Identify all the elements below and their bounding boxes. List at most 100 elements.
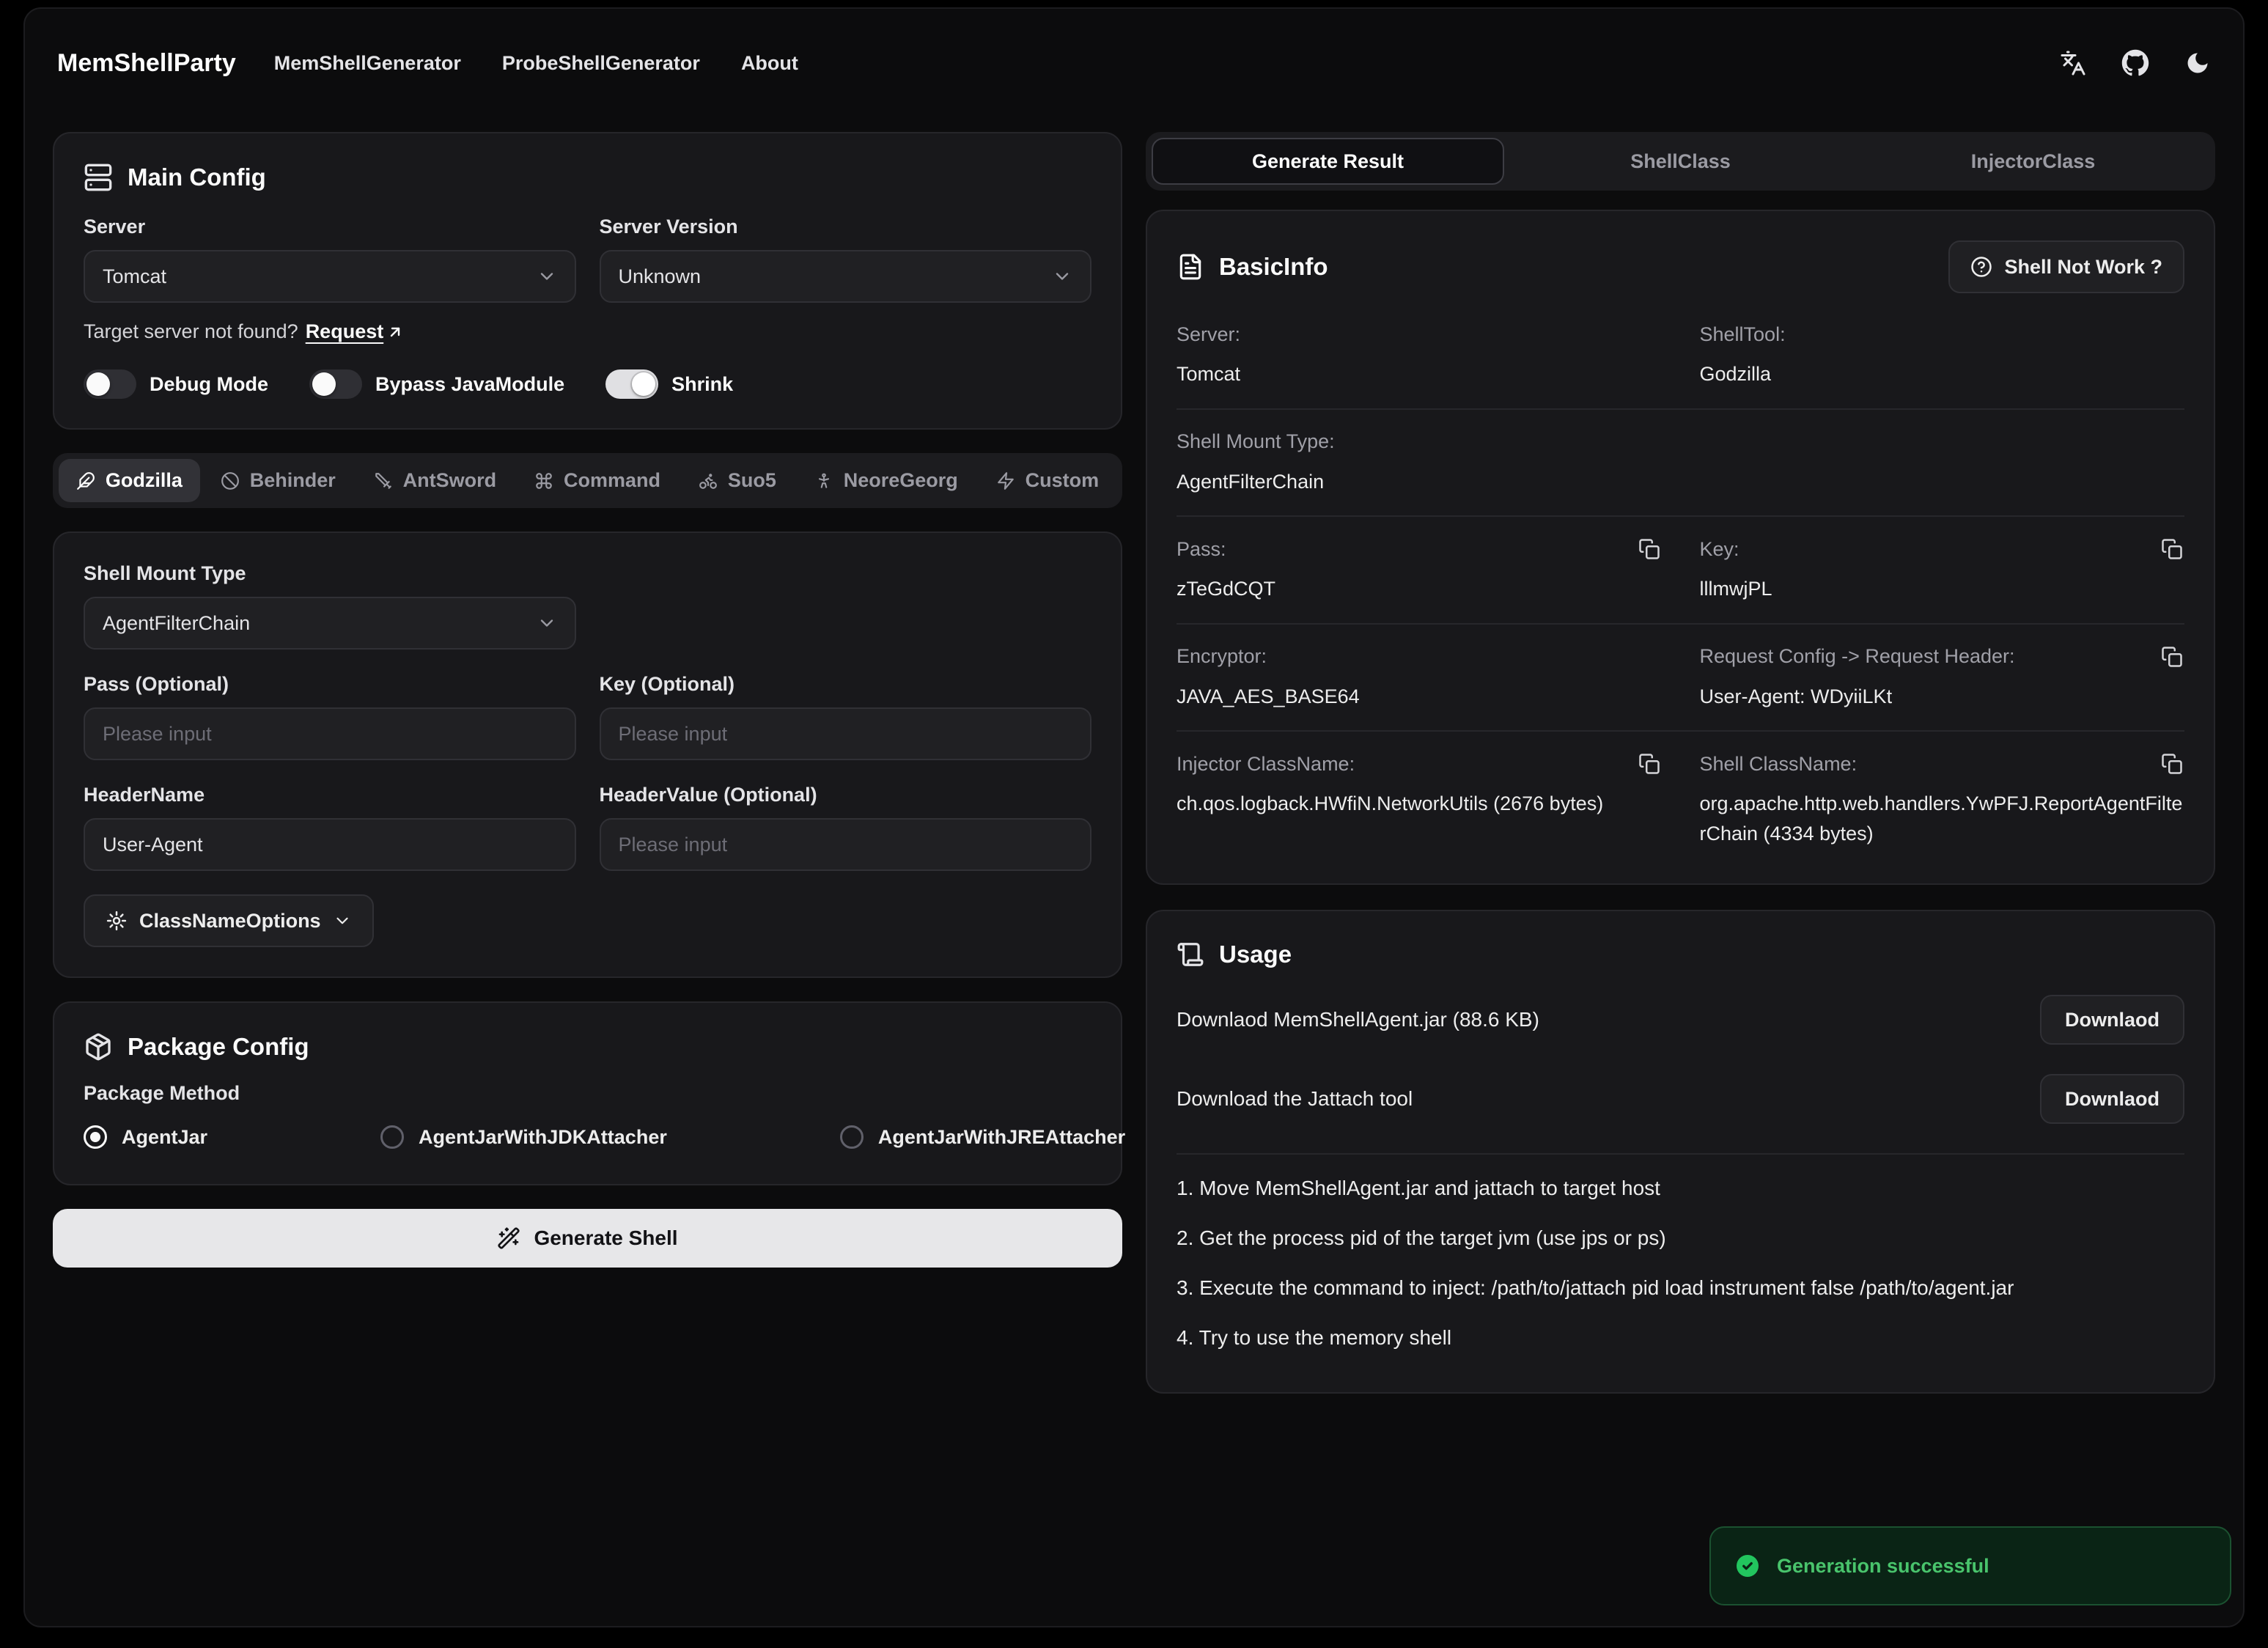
usage-card: Usage Downlaod MemShellAgent.jar (88.6 K… xyxy=(1146,910,2215,1394)
shelltool-info-label: ShellTool: xyxy=(1700,323,1786,346)
radio-agentjar[interactable]: AgentJar xyxy=(84,1125,207,1149)
usage-step-1: 1. Move MemShellAgent.jar and jattach to… xyxy=(1177,1163,2184,1213)
navbar-actions xyxy=(2060,49,2211,77)
check-circle-icon xyxy=(1734,1553,1761,1579)
copy-pass-icon[interactable] xyxy=(1637,537,1662,562)
key-info-label: Key: xyxy=(1700,538,1739,561)
header-name-input[interactable] xyxy=(84,818,576,871)
mount-type-select[interactable]: AgentFilterChain xyxy=(84,597,576,650)
request-link[interactable]: Request xyxy=(306,320,405,343)
server-select-value: Tomcat xyxy=(103,265,166,288)
generate-shell-button[interactable]: Generate Shell xyxy=(53,1209,1122,1268)
bike-icon xyxy=(699,471,718,490)
copy-shell-classname-icon[interactable] xyxy=(2160,751,2184,776)
shell-classname-label: Shell ClassName: xyxy=(1700,753,1858,776)
debug-mode-label: Debug Mode xyxy=(150,373,268,396)
basic-info-card: BasicInfo Shell Not Work ? Server: Tomca… xyxy=(1146,210,2215,885)
tab-antsword[interactable]: AntSword xyxy=(356,459,514,502)
radio-agentjar-jdk-attacher[interactable]: AgentJarWithJDKAttacher xyxy=(380,1125,667,1149)
main-config-card: Main Config Server Tomcat Server Version… xyxy=(53,132,1122,430)
nav-item-memshellgenerator[interactable]: MemShellGenerator xyxy=(274,52,461,75)
classname-options-button[interactable]: ClassNameOptions xyxy=(84,894,374,947)
chevron-down-icon xyxy=(333,911,352,930)
server-select[interactable]: Tomcat xyxy=(84,250,576,303)
server-info-label: Server: xyxy=(1177,323,1240,346)
app-window: MemShellParty MemShellGenerator ProbeShe… xyxy=(23,7,2245,1627)
shrink-toggle[interactable] xyxy=(605,369,658,399)
tab-neoregeorg[interactable]: NeoreGeorg xyxy=(797,459,976,502)
theme-moon-icon[interactable] xyxy=(2184,50,2211,76)
tab-command[interactable]: Command xyxy=(517,459,678,502)
header-value-label: HeaderValue (Optional) xyxy=(600,784,1092,806)
tab-behinder[interactable]: Behinder xyxy=(203,459,353,502)
mount-type-label: Shell Mount Type xyxy=(84,562,1091,585)
mount-info-label: Shell Mount Type: xyxy=(1177,430,1335,453)
pass-info-value: zTeGdCQT xyxy=(1177,574,1662,604)
tab-custom[interactable]: Custom xyxy=(979,459,1116,502)
download-jattach-button[interactable]: Downlaod xyxy=(2040,1074,2184,1124)
radio-agentjar-jre-attacher[interactable]: AgentJarWithJREAttacher xyxy=(840,1125,1125,1149)
tab-shellclass[interactable]: ShellClass xyxy=(1504,138,1857,185)
shelltool-info-value: Godzilla xyxy=(1700,359,2185,389)
navbar: MemShellParty MemShellGenerator ProbeShe… xyxy=(25,9,2243,117)
tab-godzilla[interactable]: Godzilla xyxy=(59,459,200,502)
wand-icon xyxy=(497,1226,520,1250)
copy-injector-classname-icon[interactable] xyxy=(1637,751,1662,776)
server-stack-icon xyxy=(84,163,113,192)
feather-icon xyxy=(76,471,95,490)
usage-title: Usage xyxy=(1219,941,1292,968)
basic-info-title: BasicInfo xyxy=(1219,253,1328,281)
encryptor-info-value: JAVA_AES_BASE64 xyxy=(1177,682,1662,712)
usage-step-2: 2. Get the process pid of the target jvm… xyxy=(1177,1213,2184,1263)
server-version-label: Server Version xyxy=(600,216,1092,238)
server-version-select[interactable]: Unknown xyxy=(600,250,1092,303)
debug-mode-toggle[interactable] xyxy=(84,369,136,399)
download-agent-button[interactable]: Downlaod xyxy=(2040,995,2184,1045)
success-toast: Generation successful xyxy=(1709,1526,2231,1605)
tab-suo5[interactable]: Suo5 xyxy=(681,459,794,502)
injector-classname-value: ch.qos.logback.HWfiN.NetworkUtils (2676 … xyxy=(1177,789,1662,819)
github-icon[interactable] xyxy=(2121,49,2149,77)
arrow-up-right-icon xyxy=(386,323,404,341)
tab-injectorclass[interactable]: InjectorClass xyxy=(1857,138,2209,185)
shell-tool-tabs: Godzilla Behinder AntSword Command Suo5 xyxy=(53,453,1122,508)
command-icon xyxy=(534,471,553,490)
bypass-javamodule-toggle[interactable] xyxy=(309,369,362,399)
mount-info-value: AgentFilterChain xyxy=(1177,467,2184,497)
pass-input[interactable] xyxy=(84,707,576,760)
usage-step-4: 4. Try to use the memory shell xyxy=(1177,1313,2184,1363)
copy-request-header-icon[interactable] xyxy=(2160,644,2184,669)
divider xyxy=(1177,1153,2184,1155)
key-label: Key (Optional) xyxy=(600,673,1092,696)
mount-type-select-value: AgentFilterChain xyxy=(103,612,250,635)
shell-classname-value: org.apache.http.web.handlers.YwPFJ.Repor… xyxy=(1700,789,2185,848)
language-icon[interactable] xyxy=(2060,50,2086,76)
tab-generate-result[interactable]: Generate Result xyxy=(1152,138,1504,185)
package-config-title: Package Config xyxy=(128,1033,309,1061)
main-config-title: Main Config xyxy=(128,163,266,191)
chevron-down-icon xyxy=(1052,266,1072,287)
copy-key-icon[interactable] xyxy=(2160,537,2184,562)
pass-label: Pass (Optional) xyxy=(84,673,576,696)
key-input[interactable] xyxy=(600,707,1092,760)
server-info-value: Tomcat xyxy=(1177,359,1662,389)
file-text-icon xyxy=(1177,253,1204,281)
injector-classname-label: Injector ClassName: xyxy=(1177,753,1355,776)
package-config-card: Package Config Package Method AgentJar A… xyxy=(53,1001,1122,1185)
header-value-input[interactable] xyxy=(600,818,1092,871)
shrink-label: Shrink xyxy=(671,373,733,396)
sword-icon xyxy=(374,471,393,490)
shell-not-work-button[interactable]: Shell Not Work ? xyxy=(1948,240,2184,293)
person-icon xyxy=(814,471,833,490)
server-version-select-value: Unknown xyxy=(619,265,702,288)
chevron-down-icon xyxy=(537,266,557,287)
request-header-info-value: User-Agent: WDyiiLKt xyxy=(1700,682,2185,712)
key-info-value: lllmwjPL xyxy=(1700,574,2185,604)
usage-step-3: 3. Execute the command to inject: /path/… xyxy=(1177,1263,2184,1313)
request-header-info-label: Request Config -> Request Header: xyxy=(1700,645,2015,668)
chevron-down-icon xyxy=(537,613,557,633)
nav-item-about[interactable]: About xyxy=(741,52,798,75)
result-tabs: Generate Result ShellClass InjectorClass xyxy=(1146,132,2215,191)
nav-item-probeshellgenerator[interactable]: ProbeShellGenerator xyxy=(502,52,700,75)
brand-title[interactable]: MemShellParty xyxy=(57,49,236,78)
